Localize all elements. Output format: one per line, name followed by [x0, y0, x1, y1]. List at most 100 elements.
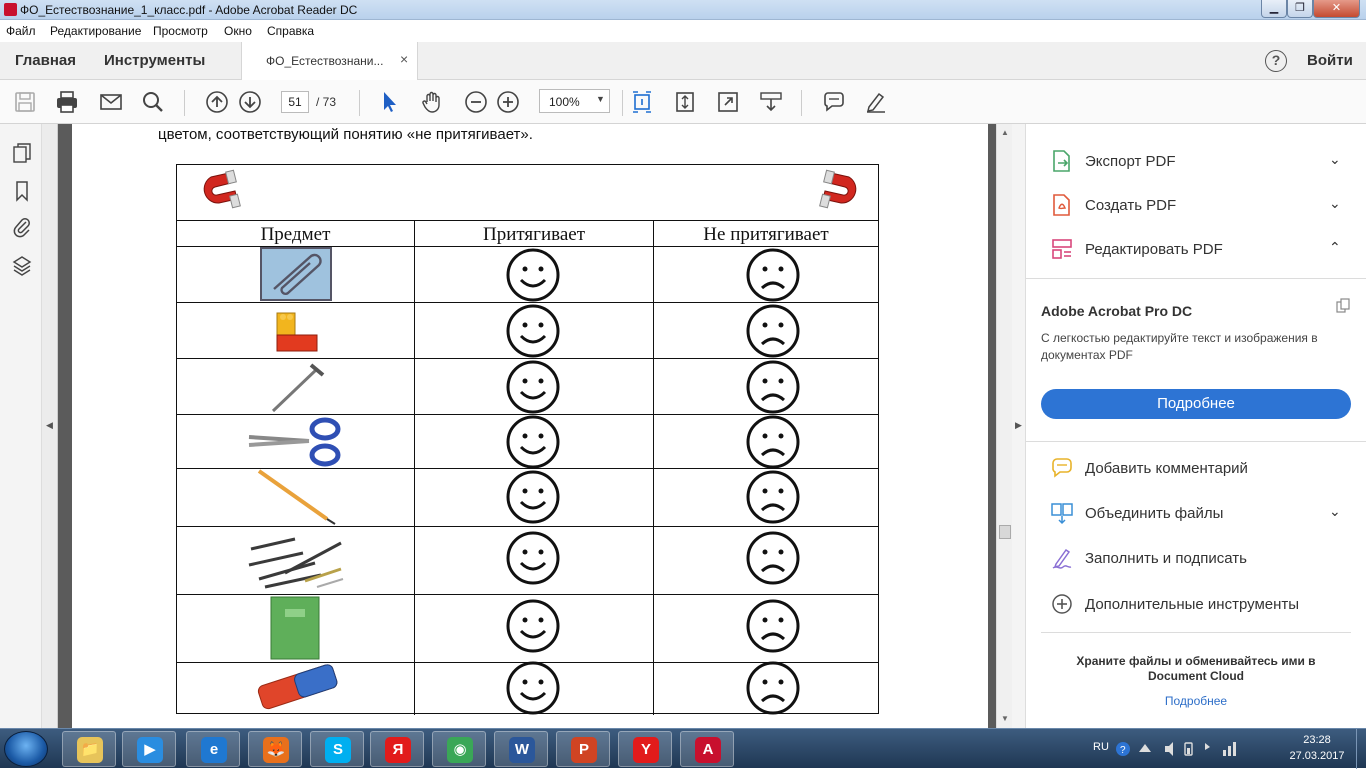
menu-help[interactable]: Справка — [267, 24, 314, 38]
page-thumbnails-icon[interactable] — [12, 142, 32, 164]
close-window-button[interactable]: ✕ — [1313, 0, 1360, 18]
table-rule — [177, 220, 878, 221]
sad-face-icon[interactable] — [746, 661, 800, 715]
sad-face-icon[interactable] — [746, 599, 800, 653]
header-attracts: Притягивает — [482, 224, 586, 245]
vertical-scrollbar[interactable]: ▲ ▼ — [996, 124, 1012, 728]
previous-page-icon[interactable] — [205, 90, 229, 114]
clock-time[interactable]: 23:28 — [1282, 734, 1352, 746]
minimize-button[interactable]: ▁ — [1261, 0, 1287, 18]
right-panel-collapse[interactable]: ▶ — [1012, 124, 1026, 728]
tool-fill-sign[interactable]: Заполнить и подписать — [1026, 538, 1366, 578]
tool-combine-files[interactable]: Объединить файлы ⌄ — [1026, 493, 1366, 533]
taskbar-app-internet-explorer[interactable]: e — [186, 731, 240, 767]
bookmarks-icon[interactable] — [12, 180, 32, 202]
show-desktop-button[interactable] — [1356, 729, 1366, 769]
menu-view[interactable]: Просмотр — [153, 24, 208, 38]
sad-face-icon[interactable] — [746, 360, 800, 414]
sad-face-icon[interactable] — [746, 415, 800, 469]
worksheet-table: Предмет Притягивает Не притягивает — [176, 164, 879, 715]
select-cursor-icon[interactable] — [378, 90, 402, 114]
happy-face-icon[interactable] — [506, 304, 560, 358]
layers-icon[interactable] — [12, 254, 32, 276]
keyboard-language[interactable]: RU — [1093, 741, 1109, 753]
taskbar-app-chrome[interactable]: ◉ — [432, 731, 486, 767]
print-icon[interactable] — [55, 90, 79, 114]
tool-edit-pdf[interactable]: Редактировать PDF ⌃ — [1026, 229, 1366, 269]
chevron-down-icon[interactable]: ⌄ — [1329, 503, 1341, 520]
panel-divider — [1026, 441, 1366, 442]
happy-face-icon[interactable] — [506, 415, 560, 469]
tool-add-comment[interactable]: Добавить комментарий — [1026, 448, 1366, 488]
copy-icon[interactable] — [1335, 298, 1351, 314]
start-button[interactable] — [4, 731, 48, 767]
zoom-out-icon[interactable] — [464, 90, 488, 114]
learn-more-button[interactable]: Подробнее — [1041, 389, 1351, 419]
next-page-icon[interactable] — [238, 90, 262, 114]
sad-face-icon[interactable] — [746, 531, 800, 585]
close-tab-icon[interactable]: × — [400, 51, 408, 67]
happy-face-icon[interactable] — [506, 599, 560, 653]
chevron-down-icon[interactable]: ⌄ — [1329, 195, 1341, 212]
tab-document[interactable]: ФО_Естествознани... × — [241, 42, 418, 80]
save-icon[interactable] — [13, 90, 37, 114]
sign-in-button[interactable]: Войти — [1307, 52, 1353, 69]
scroll-down-icon[interactable]: ▼ — [1001, 714, 1009, 723]
document-cloud-link[interactable]: Подробнее — [1026, 694, 1366, 708]
chevron-right-icon: ▶ — [1015, 420, 1022, 430]
scroll-mode-icon[interactable] — [673, 90, 697, 114]
sad-face-icon[interactable] — [746, 248, 800, 302]
email-icon[interactable] — [99, 90, 123, 114]
happy-face-icon[interactable] — [506, 661, 560, 715]
scroll-up-icon[interactable]: ▲ — [1001, 128, 1009, 137]
zoom-select[interactable]: 100% ▼ — [539, 89, 610, 113]
help-icon[interactable]: ? — [1265, 50, 1287, 72]
taskbar-app-media-player[interactable]: ▶ — [122, 731, 176, 767]
page-total: / 73 — [316, 95, 337, 109]
sad-face-icon[interactable] — [746, 470, 800, 524]
taskbar-app-acrobat[interactable]: A — [680, 731, 734, 767]
full-screen-icon[interactable] — [716, 90, 740, 114]
happy-face-icon[interactable] — [506, 470, 560, 524]
taskbar-app-word[interactable]: W — [494, 731, 548, 767]
scroll-thumb[interactable] — [999, 525, 1011, 539]
hand-tool-icon[interactable] — [420, 90, 444, 114]
zoom-in-icon[interactable] — [496, 90, 520, 114]
menu-file[interactable]: Файл — [6, 24, 36, 38]
svg-text:?: ? — [1120, 745, 1126, 756]
comment-icon[interactable] — [822, 90, 846, 114]
system-tray-icons[interactable]: ? — [1115, 740, 1245, 758]
fit-page-icon[interactable] — [630, 90, 654, 114]
chevron-down-icon[interactable]: ⌄ — [1329, 151, 1341, 168]
chevron-up-icon[interactable]: ⌃ — [1329, 239, 1341, 256]
left-panel-collapse[interactable]: ◀ — [42, 124, 58, 728]
clock-date[interactable]: 27.03.2017 — [1282, 750, 1352, 762]
paperclip-icon — [260, 247, 332, 301]
highlight-pen-icon[interactable] — [864, 90, 888, 114]
tab-tools[interactable]: Инструменты — [104, 52, 205, 69]
window-title: ФО_Естествознание_1_класс.pdf - Adobe Ac… — [20, 3, 358, 17]
happy-face-icon[interactable] — [506, 248, 560, 302]
taskbar-app-yandex-browser[interactable]: Y — [618, 731, 672, 767]
document-viewport[interactable]: цветом, соответствующий понятию «не прит… — [58, 124, 996, 728]
happy-face-icon[interactable] — [506, 531, 560, 585]
search-icon[interactable] — [141, 90, 165, 114]
taskbar-app-explorer[interactable]: 📁 — [62, 731, 116, 767]
taskbar-app-yandex[interactable]: Я — [370, 731, 424, 767]
download-icon[interactable] — [759, 90, 783, 114]
tool-more-tools[interactable]: Дополнительные инструменты — [1026, 584, 1366, 624]
sad-face-icon[interactable] — [746, 304, 800, 358]
tool-create-pdf[interactable]: Создать PDF ⌄ — [1026, 185, 1366, 225]
page-number-input[interactable]: 51 — [281, 91, 309, 113]
chevron-left-icon: ◀ — [46, 420, 53, 430]
attachments-icon[interactable] — [12, 216, 32, 238]
happy-face-icon[interactable] — [506, 360, 560, 414]
menu-window[interactable]: Окно — [224, 24, 252, 38]
tab-home[interactable]: Главная — [15, 52, 76, 69]
tool-export-pdf[interactable]: Экспорт PDF ⌄ — [1026, 141, 1366, 181]
taskbar-app-firefox[interactable]: 🦊 — [248, 731, 302, 767]
menu-edit[interactable]: Редактирование — [50, 24, 141, 38]
taskbar-app-powerpoint[interactable]: P — [556, 731, 610, 767]
taskbar-app-skype[interactable]: S — [310, 731, 364, 767]
maximize-button[interactable]: ❐ — [1287, 0, 1313, 18]
